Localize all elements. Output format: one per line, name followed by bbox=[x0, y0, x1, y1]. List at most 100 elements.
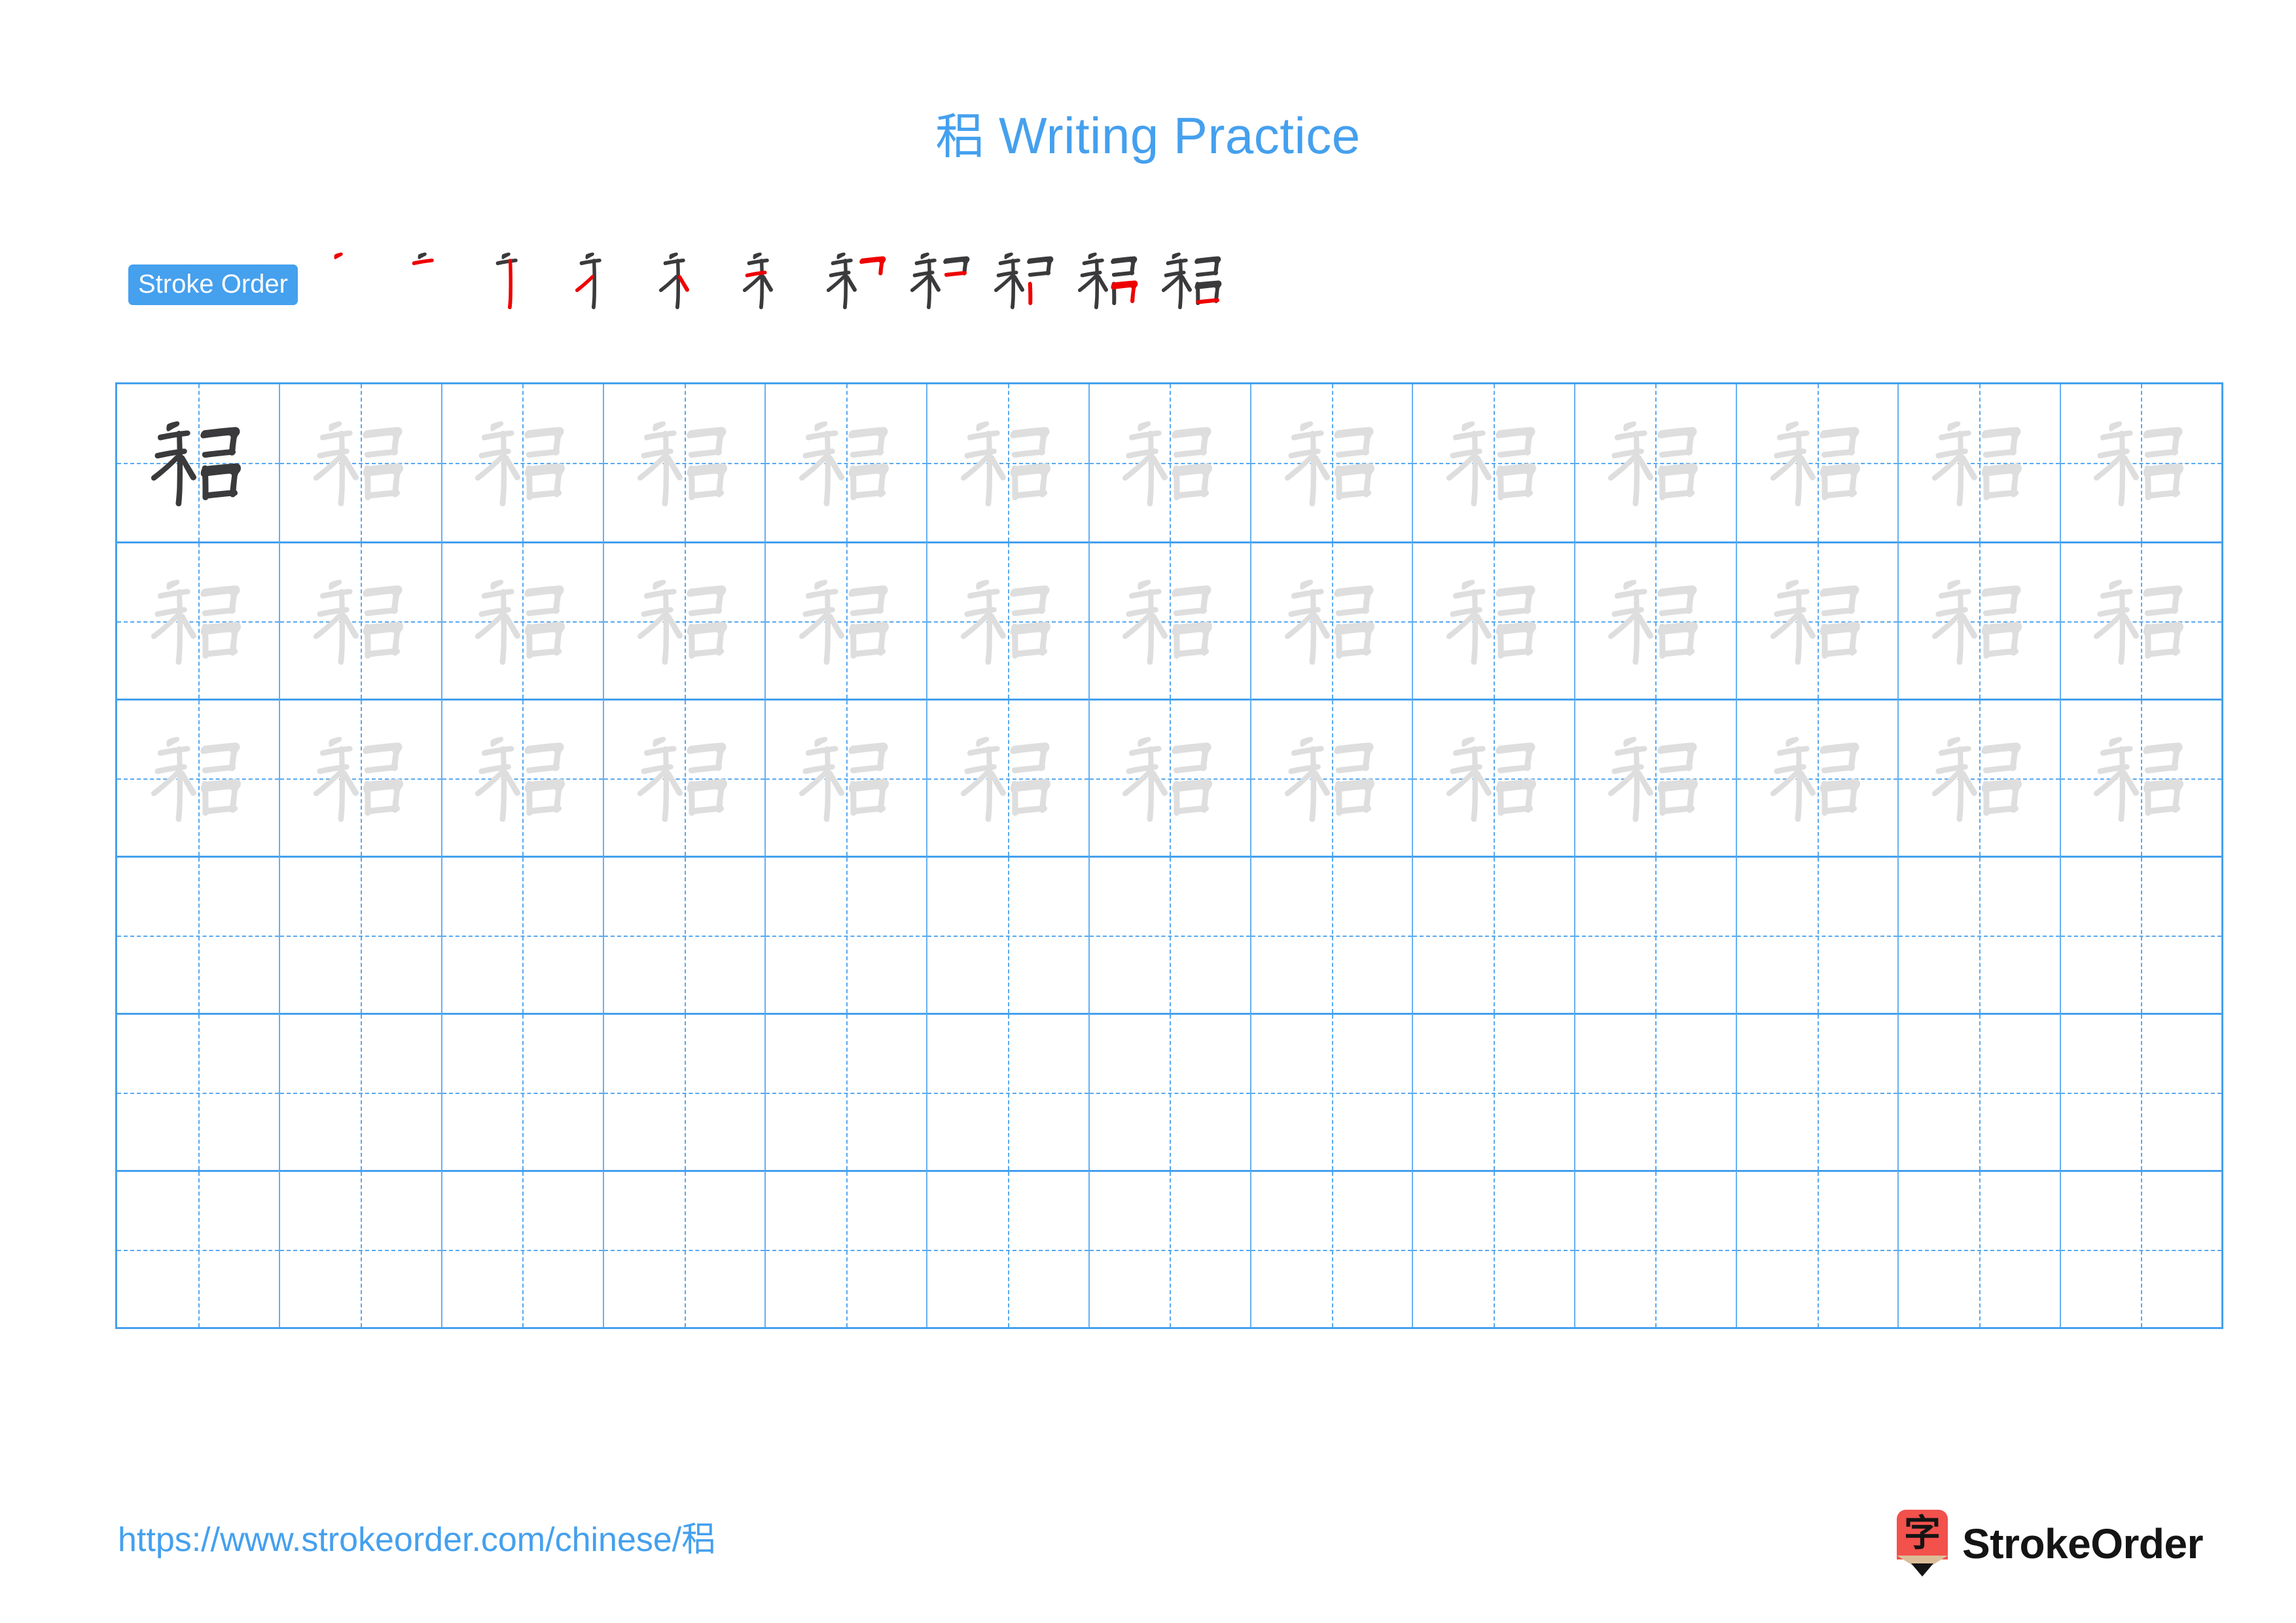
practice-cell-r3-c8[interactable] bbox=[1250, 699, 1412, 856]
practice-cell-r2-c3[interactable] bbox=[440, 541, 603, 699]
practice-cell-r1-c7[interactable] bbox=[1088, 384, 1251, 541]
practice-cell-r5-c12[interactable] bbox=[1897, 1013, 2060, 1170]
practice-cell-r1-c4[interactable] bbox=[602, 384, 765, 541]
practice-cell-r6-c2[interactable] bbox=[279, 1170, 441, 1327]
practice-cell-r6-c4[interactable] bbox=[602, 1170, 765, 1327]
practice-cell-r1-c10[interactable] bbox=[1573, 384, 1736, 541]
practice-cell-r2-c13[interactable] bbox=[2059, 541, 2221, 699]
stroke-step-glyph-3 bbox=[495, 252, 518, 310]
stroke-step-glyph-9 bbox=[994, 252, 1054, 310]
practice-cell-r1-c9[interactable] bbox=[1412, 384, 1574, 541]
practice-cell-r3-c3[interactable] bbox=[440, 699, 603, 856]
practice-cell-r3-c5[interactable] bbox=[764, 699, 927, 856]
practice-cell-r6-c6[interactable] bbox=[926, 1170, 1088, 1327]
practice-cell-r2-c2[interactable] bbox=[279, 541, 441, 699]
practice-cell-r6-c9[interactable] bbox=[1412, 1170, 1574, 1327]
practice-cell-r1-c12[interactable] bbox=[1897, 384, 2060, 541]
page-title: 稆 Writing Practice bbox=[0, 110, 2296, 161]
stroke-step-11 bbox=[1151, 238, 1235, 322]
trace-character bbox=[1090, 543, 1250, 699]
practice-cell-r3-c13[interactable] bbox=[2059, 699, 2221, 856]
practice-cell-r4-c5[interactable] bbox=[764, 856, 927, 1013]
practice-cell-r3-c4[interactable] bbox=[602, 699, 765, 856]
practice-cell-r5-c11[interactable] bbox=[1735, 1013, 1898, 1170]
practice-cell-r2-c6[interactable] bbox=[926, 541, 1088, 699]
practice-cell-r1-c6[interactable] bbox=[926, 384, 1088, 541]
practice-cell-r5-c4[interactable] bbox=[602, 1013, 765, 1170]
practice-cell-r1-c11[interactable] bbox=[1735, 384, 1898, 541]
practice-cell-r3-c1[interactable] bbox=[117, 699, 279, 856]
practice-cell-r4-c3[interactable] bbox=[440, 856, 603, 1013]
practice-cell-r6-c10[interactable] bbox=[1573, 1170, 1736, 1327]
practice-cell-r1-c8[interactable] bbox=[1250, 384, 1412, 541]
practice-cell-r6-c12[interactable] bbox=[1897, 1170, 2060, 1327]
practice-cell-r1-c2[interactable] bbox=[279, 384, 441, 541]
trace-character bbox=[927, 384, 1088, 541]
practice-cell-r5-c8[interactable] bbox=[1250, 1013, 1412, 1170]
practice-cell-r1-c1[interactable] bbox=[117, 384, 279, 541]
practice-cell-r3-c2[interactable] bbox=[279, 699, 441, 856]
practice-cell-r4-c4[interactable] bbox=[602, 856, 765, 1013]
reference-character bbox=[117, 384, 279, 541]
practice-cell-r4-c6[interactable] bbox=[926, 856, 1088, 1013]
stroke-step-3 bbox=[481, 238, 565, 322]
practice-cell-r2-c7[interactable] bbox=[1088, 541, 1251, 699]
practice-cell-r1-c5[interactable] bbox=[764, 384, 927, 541]
practice-cell-r5-c6[interactable] bbox=[926, 1013, 1088, 1170]
practice-cell-r2-c1[interactable] bbox=[117, 541, 279, 699]
practice-cell-r5-c3[interactable] bbox=[440, 1013, 603, 1170]
practice-cell-r6-c5[interactable] bbox=[764, 1170, 927, 1327]
practice-cell-r4-c10[interactable] bbox=[1573, 856, 1736, 1013]
trace-character bbox=[604, 701, 764, 856]
practice-cell-r4-c12[interactable] bbox=[1897, 856, 2060, 1013]
practice-cell-r4-c13[interactable] bbox=[2059, 856, 2221, 1013]
trace-character bbox=[1413, 384, 1573, 541]
practice-cell-r2-c11[interactable] bbox=[1735, 541, 1898, 699]
practice-cell-r2-c5[interactable] bbox=[764, 541, 927, 699]
practice-cell-r3-c6[interactable] bbox=[926, 699, 1088, 856]
trace-character bbox=[1413, 543, 1573, 699]
practice-cell-r5-c13[interactable] bbox=[2059, 1013, 2221, 1170]
practice-cell-r6-c13[interactable] bbox=[2059, 1170, 2221, 1327]
practice-cell-r5-c1[interactable] bbox=[117, 1013, 279, 1170]
practice-cell-r4-c8[interactable] bbox=[1250, 856, 1412, 1013]
practice-cell-r6-c3[interactable] bbox=[440, 1170, 603, 1327]
practice-cell-r5-c9[interactable] bbox=[1412, 1013, 1574, 1170]
trace-character bbox=[280, 543, 440, 699]
practice-cell-r2-c4[interactable] bbox=[602, 541, 765, 699]
practice-cell-r6-c11[interactable] bbox=[1735, 1170, 1898, 1327]
practice-cell-r2-c12[interactable] bbox=[1897, 541, 2060, 699]
stroke-step-glyph-10 bbox=[1077, 252, 1138, 310]
practice-cell-r4-c9[interactable] bbox=[1412, 856, 1574, 1013]
trace-character bbox=[442, 543, 603, 699]
practice-cell-r5-c7[interactable] bbox=[1088, 1013, 1251, 1170]
practice-cell-r2-c8[interactable] bbox=[1250, 541, 1412, 699]
practice-cell-r3-c7[interactable] bbox=[1088, 699, 1251, 856]
practice-cell-r6-c7[interactable] bbox=[1088, 1170, 1251, 1327]
practice-cell-r5-c5[interactable] bbox=[764, 1013, 927, 1170]
practice-cell-r3-c9[interactable] bbox=[1412, 699, 1574, 856]
practice-cell-r3-c12[interactable] bbox=[1897, 699, 2060, 856]
practice-cell-r1-c13[interactable] bbox=[2059, 384, 2221, 541]
practice-cell-r3-c10[interactable] bbox=[1573, 699, 1736, 856]
practice-cell-r6-c1[interactable] bbox=[117, 1170, 279, 1327]
practice-cell-r2-c10[interactable] bbox=[1573, 541, 1736, 699]
practice-cell-r4-c7[interactable] bbox=[1088, 856, 1251, 1013]
practice-cell-r1-c3[interactable] bbox=[440, 384, 603, 541]
practice-cell-r4-c11[interactable] bbox=[1735, 856, 1898, 1013]
practice-cell-r3-c11[interactable] bbox=[1735, 699, 1898, 856]
practice-cell-r5-c2[interactable] bbox=[279, 1013, 441, 1170]
practice-cell-r2-c9[interactable] bbox=[1412, 541, 1574, 699]
pencil-logo-icon: 字 bbox=[1897, 1510, 1948, 1578]
strokeorder-logo[interactable]: 字 StrokeOrder bbox=[1897, 1508, 2203, 1580]
practice-cell-r4-c2[interactable] bbox=[279, 856, 441, 1013]
practice-cell-r5-c10[interactable] bbox=[1573, 1013, 1736, 1170]
stroke-order-step-list bbox=[314, 247, 1235, 322]
footer-url-prefix: https://www.strokeorder.com/chinese/ bbox=[118, 1521, 682, 1559]
practice-cell-r4-c1[interactable] bbox=[117, 856, 279, 1013]
trace-character bbox=[604, 384, 764, 541]
footer-url-character: 稆 bbox=[681, 1520, 716, 1559]
practice-cell-r6-c8[interactable] bbox=[1250, 1170, 1412, 1327]
trace-character bbox=[1090, 384, 1250, 541]
footer-url-link[interactable]: https://www.strokeorder.com/chinese/稆 bbox=[118, 1523, 715, 1557]
